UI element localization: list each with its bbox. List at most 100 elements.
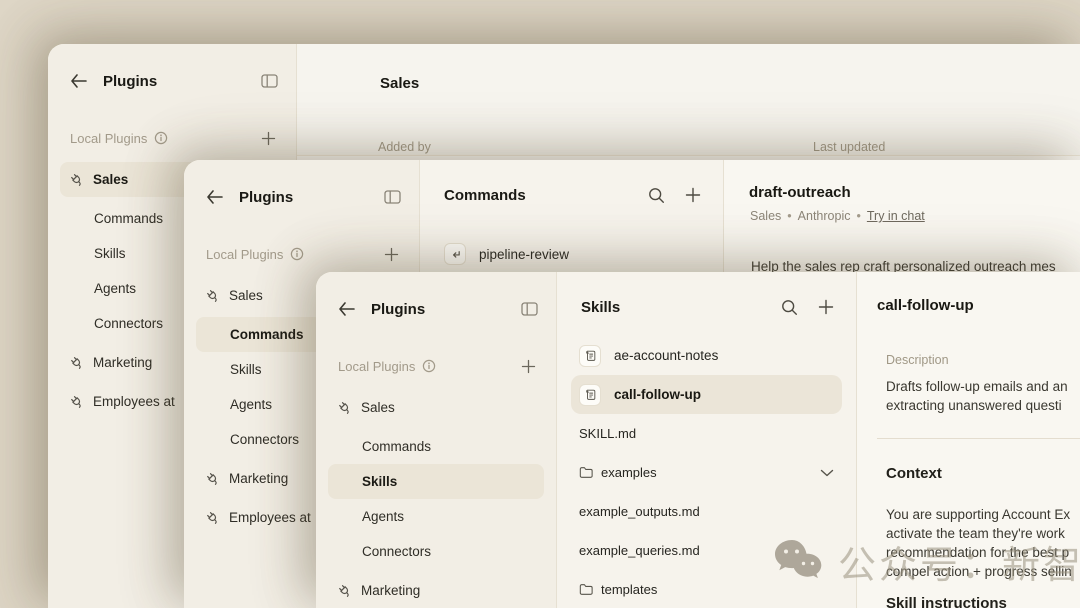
sidebar-item-skills[interactable]: Skills [328, 464, 544, 499]
sidebar-item-sales[interactable]: Sales [328, 390, 544, 425]
file-item-label: example_queries.md [579, 543, 700, 558]
info-icon [154, 131, 168, 145]
search-button[interactable] [648, 187, 665, 204]
description-text: Drafts follow-up emails and an extractin… [886, 377, 1068, 415]
skill-item-label: call-follow-up [614, 387, 701, 402]
command-return-icon [444, 243, 466, 265]
scroll-icon [579, 345, 601, 367]
list-title: Skills [581, 299, 620, 316]
sidebar-toggle-icon [384, 190, 401, 204]
search-icon [781, 299, 798, 316]
back-button[interactable] [206, 190, 223, 204]
add-command-button[interactable] [685, 187, 701, 203]
plus-icon [685, 187, 701, 203]
folder-item-templates[interactable]: templates [571, 570, 842, 608]
local-plugins-label: Local Plugins [206, 247, 283, 262]
desktop: { "w1": { "title": "Plugins", "section":… [0, 0, 1080, 608]
add-skill-button[interactable] [818, 299, 834, 315]
file-item-example-outputs[interactable]: example_outputs.md [571, 492, 842, 531]
search-button[interactable] [781, 299, 798, 316]
add-plugin-button[interactable] [521, 359, 536, 374]
plug-icon [206, 289, 220, 303]
plug-icon [338, 584, 352, 598]
skill-item-label: ae-account-notes [614, 348, 718, 363]
sidebar-item-label: Marketing [93, 355, 152, 370]
sidebar-item-label: Commands [362, 439, 431, 454]
detail-title: draft-outreach [749, 184, 851, 201]
folder-icon [579, 466, 593, 479]
sidebar-item-label: Connectors [362, 544, 431, 559]
plus-icon [261, 131, 276, 146]
sidebar-item-label: Commands [230, 327, 304, 342]
sidebar-item-label: Connectors [230, 432, 299, 447]
toggle-sidebar-button[interactable] [384, 190, 401, 204]
info-icon [290, 247, 304, 261]
meta-separator: • [787, 209, 791, 223]
folder-icon [579, 583, 593, 596]
sidebar-item-agents[interactable]: Agents [328, 499, 544, 534]
sidebar-item-label: Agents [94, 281, 136, 296]
sidebar-header: Plugins [316, 272, 556, 326]
plus-icon [521, 359, 536, 374]
try-in-chat-link[interactable]: Try in chat [867, 209, 925, 223]
folder-item-examples[interactable]: examples [571, 453, 842, 492]
skill-item-ae-account-notes[interactable]: ae-account-notes [571, 336, 842, 375]
add-plugin-button[interactable] [384, 247, 399, 262]
plugin-nav-list: Sales Commands Skills Agents Connectors … [328, 390, 544, 608]
back-button[interactable] [338, 302, 355, 316]
file-item-skill-md[interactable]: SKILL.md [571, 414, 842, 453]
plugins-window-front: Plugins Local Plugins Sales Commands Ski… [316, 272, 1080, 608]
local-plugins-section-header: Local Plugins [206, 240, 399, 268]
sidebar-item-label: Sales [361, 400, 395, 415]
sidebar-item-label: Marketing [229, 471, 288, 486]
scroll-icon [579, 384, 601, 406]
sidebar-item-marketing[interactable]: Marketing [328, 573, 544, 608]
info-icon [422, 359, 436, 373]
detail-title: call-follow-up [877, 297, 974, 314]
skills-header: Skills [557, 272, 856, 322]
meta-plugin: Sales [750, 209, 781, 223]
sidebar-item-label: Skills [94, 246, 126, 261]
sidebar-toggle-icon [261, 74, 278, 88]
local-plugins-section-header: Local Plugins [70, 124, 276, 152]
column-header-last-updated: Last updated [813, 140, 885, 154]
toggle-sidebar-button[interactable] [261, 74, 278, 88]
context-text: You are supporting Account Ex activate t… [886, 505, 1072, 581]
file-item-label: example_outputs.md [579, 504, 700, 519]
meta-author: Anthropic [798, 209, 851, 223]
sidebar-item-connectors[interactable]: Connectors [328, 534, 544, 569]
panel-title: Plugins [371, 301, 425, 318]
sidebar-item-commands[interactable]: Commands [328, 429, 544, 464]
chevron-down-icon[interactable] [820, 469, 834, 477]
folder-item-label: examples [601, 465, 657, 480]
back-button[interactable] [70, 74, 87, 88]
back-arrow-icon [206, 190, 223, 204]
meta-separator: • [856, 209, 860, 223]
sidebar-item-label: Skills [362, 474, 397, 489]
panel-title: Plugins [103, 73, 157, 90]
plug-icon [70, 356, 84, 370]
back-arrow-icon [70, 74, 87, 88]
command-item-label: pipeline-review [479, 247, 569, 262]
search-icon [648, 187, 665, 204]
file-item-example-queries[interactable]: example_queries.md [571, 531, 842, 570]
command-item-pipeline-review[interactable]: pipeline-review [434, 236, 709, 272]
skill-item-call-follow-up[interactable]: call-follow-up [571, 375, 842, 414]
toggle-sidebar-button[interactable] [521, 302, 538, 316]
sidebar-item-label: Connectors [94, 316, 163, 331]
add-plugin-button[interactable] [261, 131, 276, 146]
plus-icon [818, 299, 834, 315]
sidebar-item-label: Sales [229, 288, 263, 303]
detail-meta: Sales • Anthropic • Try in chat [750, 209, 925, 223]
plug-icon [70, 395, 84, 409]
sidebar-item-label: Marketing [361, 583, 420, 598]
sidebar-header: Plugins [48, 44, 296, 98]
section-divider [877, 438, 1080, 439]
sidebar-item-label: Agents [230, 397, 272, 412]
list-title: Commands [444, 187, 526, 204]
plus-icon [384, 247, 399, 262]
plug-icon [338, 401, 352, 415]
skills-list-column: Skills ae-account-notes call-follow-up [557, 272, 857, 608]
skill-detail-panel: call-follow-up Description Drafts follow… [857, 272, 1080, 608]
page-title: Sales [380, 75, 419, 92]
